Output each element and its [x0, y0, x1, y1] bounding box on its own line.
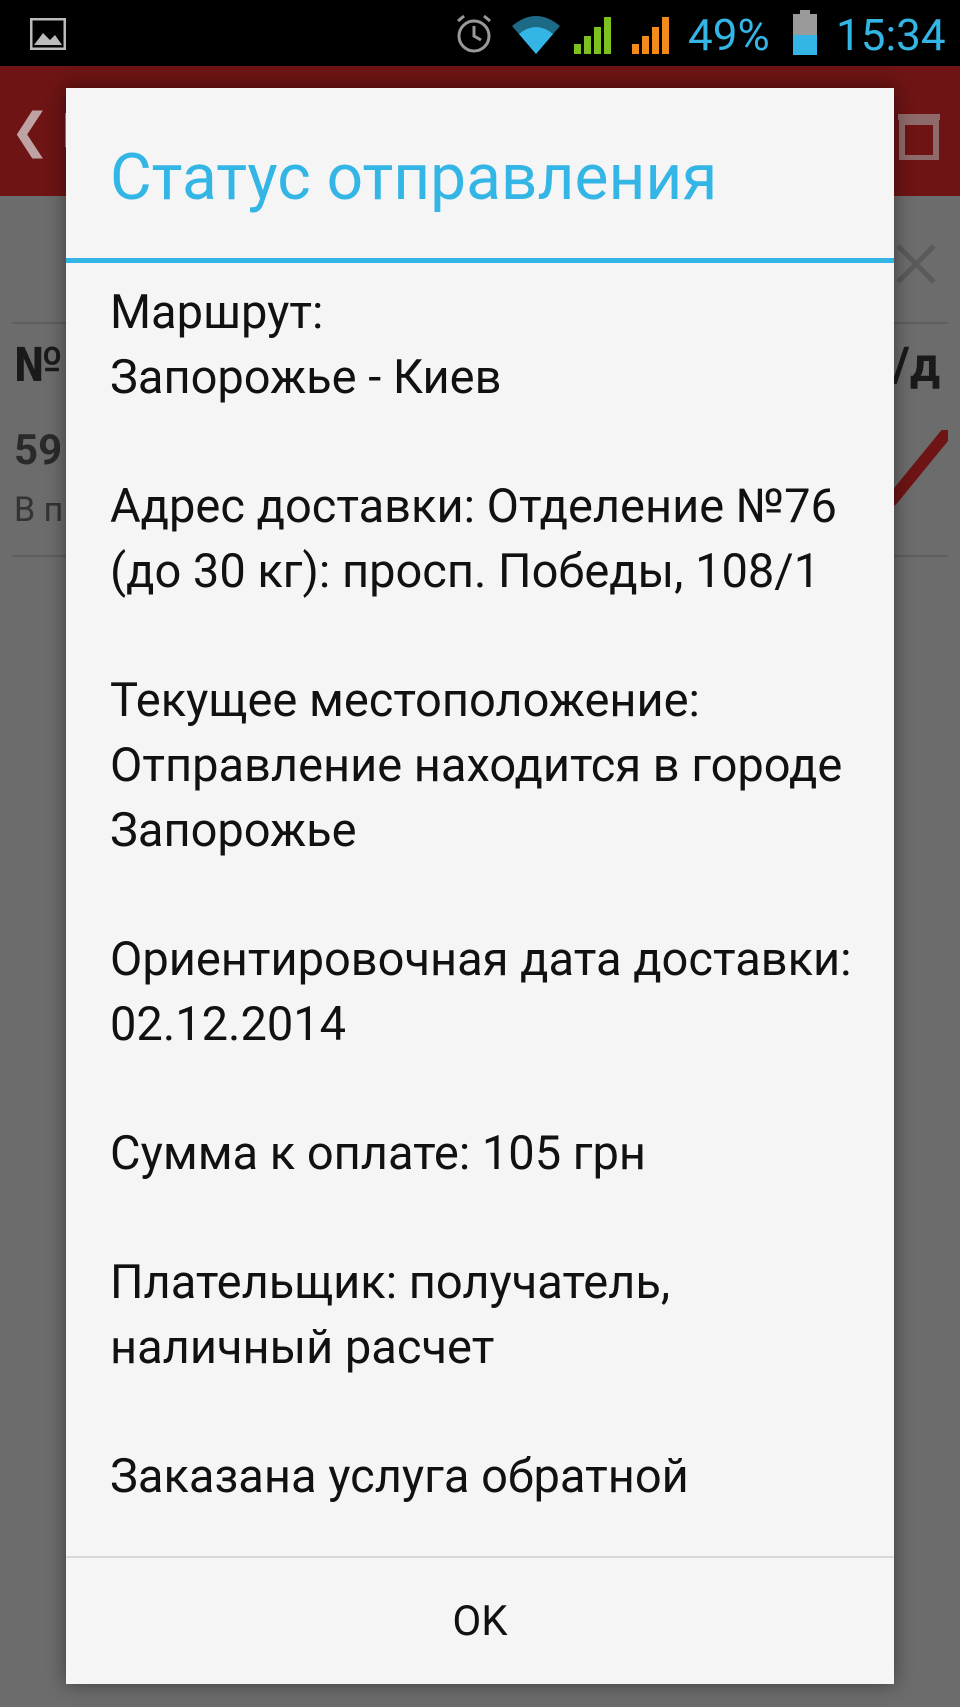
list-item-number: 59 — [14, 426, 63, 475]
dialog-title: Статус отправления — [110, 140, 718, 215]
gallery-icon — [29, 17, 67, 54]
title-divider — [66, 258, 894, 263]
list-item-status: В п — [14, 490, 64, 530]
estimated-delivery-date-text: Ориентировочная дата доставки: 02.12.201… — [110, 932, 852, 1052]
return-service-text: Заказана услуга обратной — [110, 1449, 689, 1504]
list-header-right: /д — [892, 336, 941, 393]
amount-due-text: Сумма к оплате: 105 грн — [110, 1126, 647, 1181]
trash-icon[interactable] — [894, 104, 944, 164]
close-icon[interactable] — [896, 244, 936, 288]
shipment-status-dialog: Статус отправления Маршрут: Запорожье - … — [66, 88, 894, 1684]
battery-icon — [792, 10, 818, 60]
signal-icon — [630, 12, 676, 60]
ok-button[interactable]: OK — [66, 1558, 894, 1684]
delivery-address-text: Адрес доставки: Отделение №76 (до 30 кг)… — [110, 479, 837, 599]
status-bar: 49% 15:34 — [0, 0, 960, 66]
battery-percent: 49% — [688, 9, 770, 61]
wifi-icon — [510, 12, 562, 60]
current-location-text: Текущее местоположение: Отправление нахо… — [110, 673, 843, 858]
route-text: Маршрут: Запорожье - Киев — [110, 285, 502, 405]
alarm-icon — [452, 12, 496, 60]
list-header-number: № — [14, 336, 63, 393]
clock-time: 15:34 — [836, 9, 946, 61]
signal-icon — [572, 12, 618, 60]
dialog-content[interactable]: Маршрут: Запорожье - Киев Адрес доставки… — [110, 280, 870, 1642]
checkmark-icon — [886, 428, 952, 514]
payer-text: Плательщик: получатель, наличный расчет — [110, 1255, 671, 1375]
dialog-button-bar: OK — [66, 1556, 894, 1684]
